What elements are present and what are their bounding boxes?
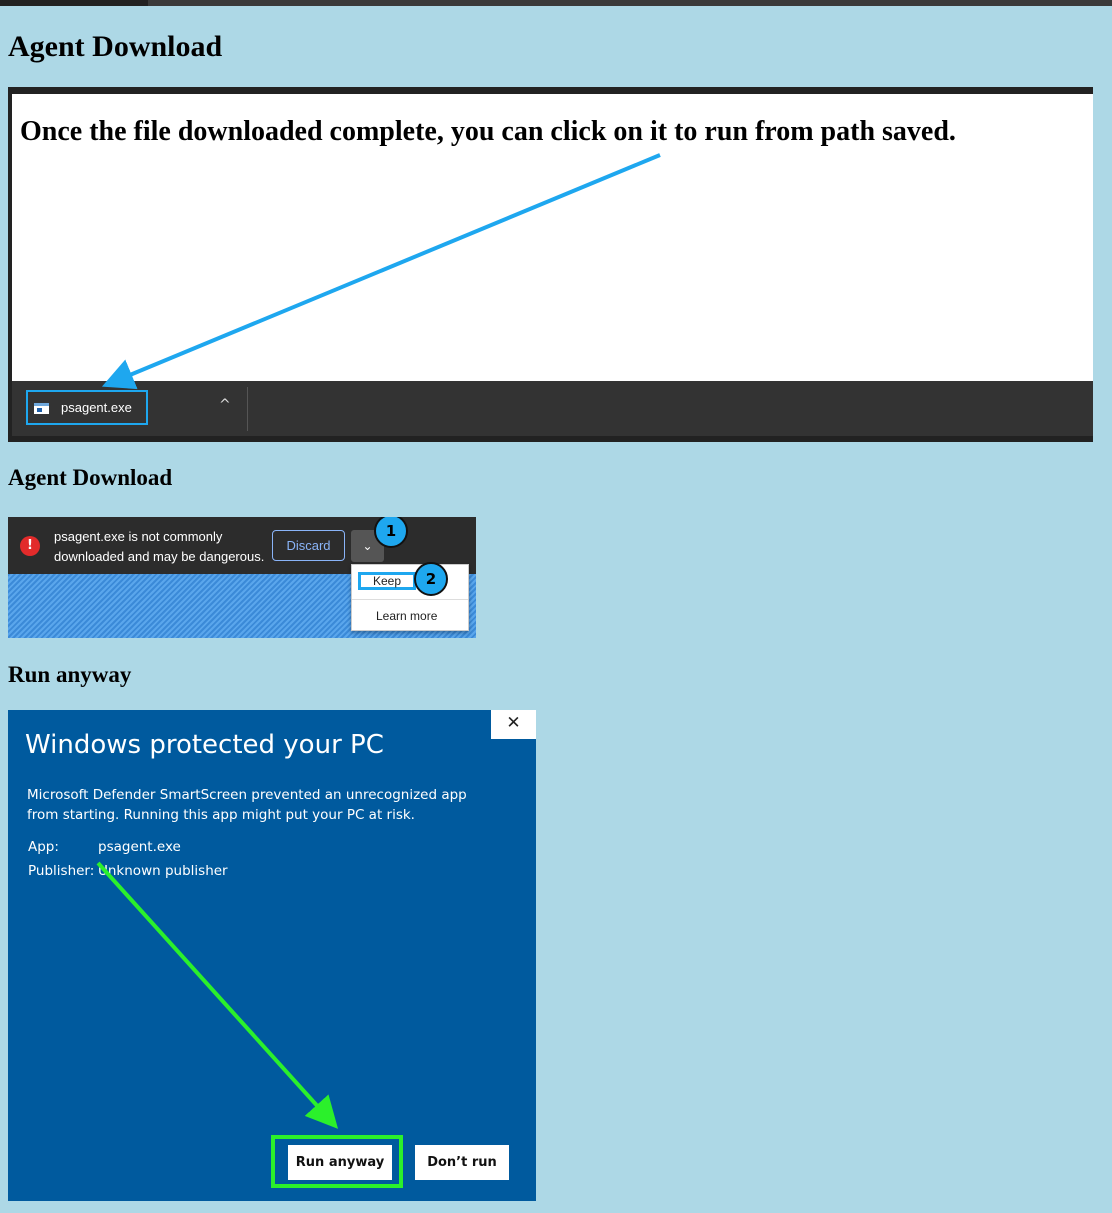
download-file-name: psagent.exe — [61, 400, 132, 415]
download-options-menu: Keep Learn more — [351, 564, 469, 631]
keep-menu-item[interactable]: Keep — [358, 572, 416, 590]
exe-file-icon — [34, 403, 49, 414]
instruction-text: Once the file downloaded complete, you c… — [20, 116, 956, 147]
browser-content-area: Once the file downloaded complete, you c… — [12, 94, 1093, 381]
dialog-description: Microsoft Defender SmartScreen prevented… — [27, 787, 467, 823]
error-icon: ! — [20, 536, 40, 556]
browser-top-bar — [0, 0, 1112, 6]
app-label: App: — [28, 839, 59, 855]
divider — [352, 599, 468, 600]
publisher-label: Publisher: — [28, 863, 95, 879]
app-value: psagent.exe — [98, 839, 181, 855]
chevron-up-icon[interactable]: ^ — [219, 397, 231, 413]
section-heading-download: Agent Download — [8, 465, 173, 490]
download-warning-screenshot: ! psagent.exe is not commonly downloaded… — [8, 517, 476, 638]
close-icon[interactable]: ✕ — [491, 710, 536, 739]
publisher-value: Unknown publisher — [98, 863, 228, 879]
section-heading-run-anyway: Run anyway — [8, 662, 132, 687]
dont-run-button[interactable]: Don’t run — [415, 1145, 509, 1180]
learn-more-menu-item[interactable]: Learn more — [376, 609, 437, 623]
run-anyway-button[interactable]: Run anyway — [288, 1145, 392, 1180]
divider — [247, 387, 248, 431]
page-title: Agent Download — [8, 30, 223, 63]
download-screenshot: Once the file downloaded complete, you c… — [8, 87, 1093, 442]
browser-tab[interactable] — [0, 0, 148, 6]
warning-text: psagent.exe is not commonly downloaded a… — [54, 529, 265, 564]
smartscreen-dialog: ✕ Windows protected your PC Microsoft De… — [8, 710, 536, 1201]
discard-button[interactable]: Discard — [272, 530, 345, 561]
dialog-title: Windows protected your PC — [25, 730, 384, 760]
step-badge-2: 2 — [414, 562, 448, 596]
download-item[interactable]: psagent.exe — [26, 390, 148, 425]
download-bar: psagent.exe ^ — [12, 381, 1093, 436]
arrow-annotation-green — [96, 861, 339, 1129]
